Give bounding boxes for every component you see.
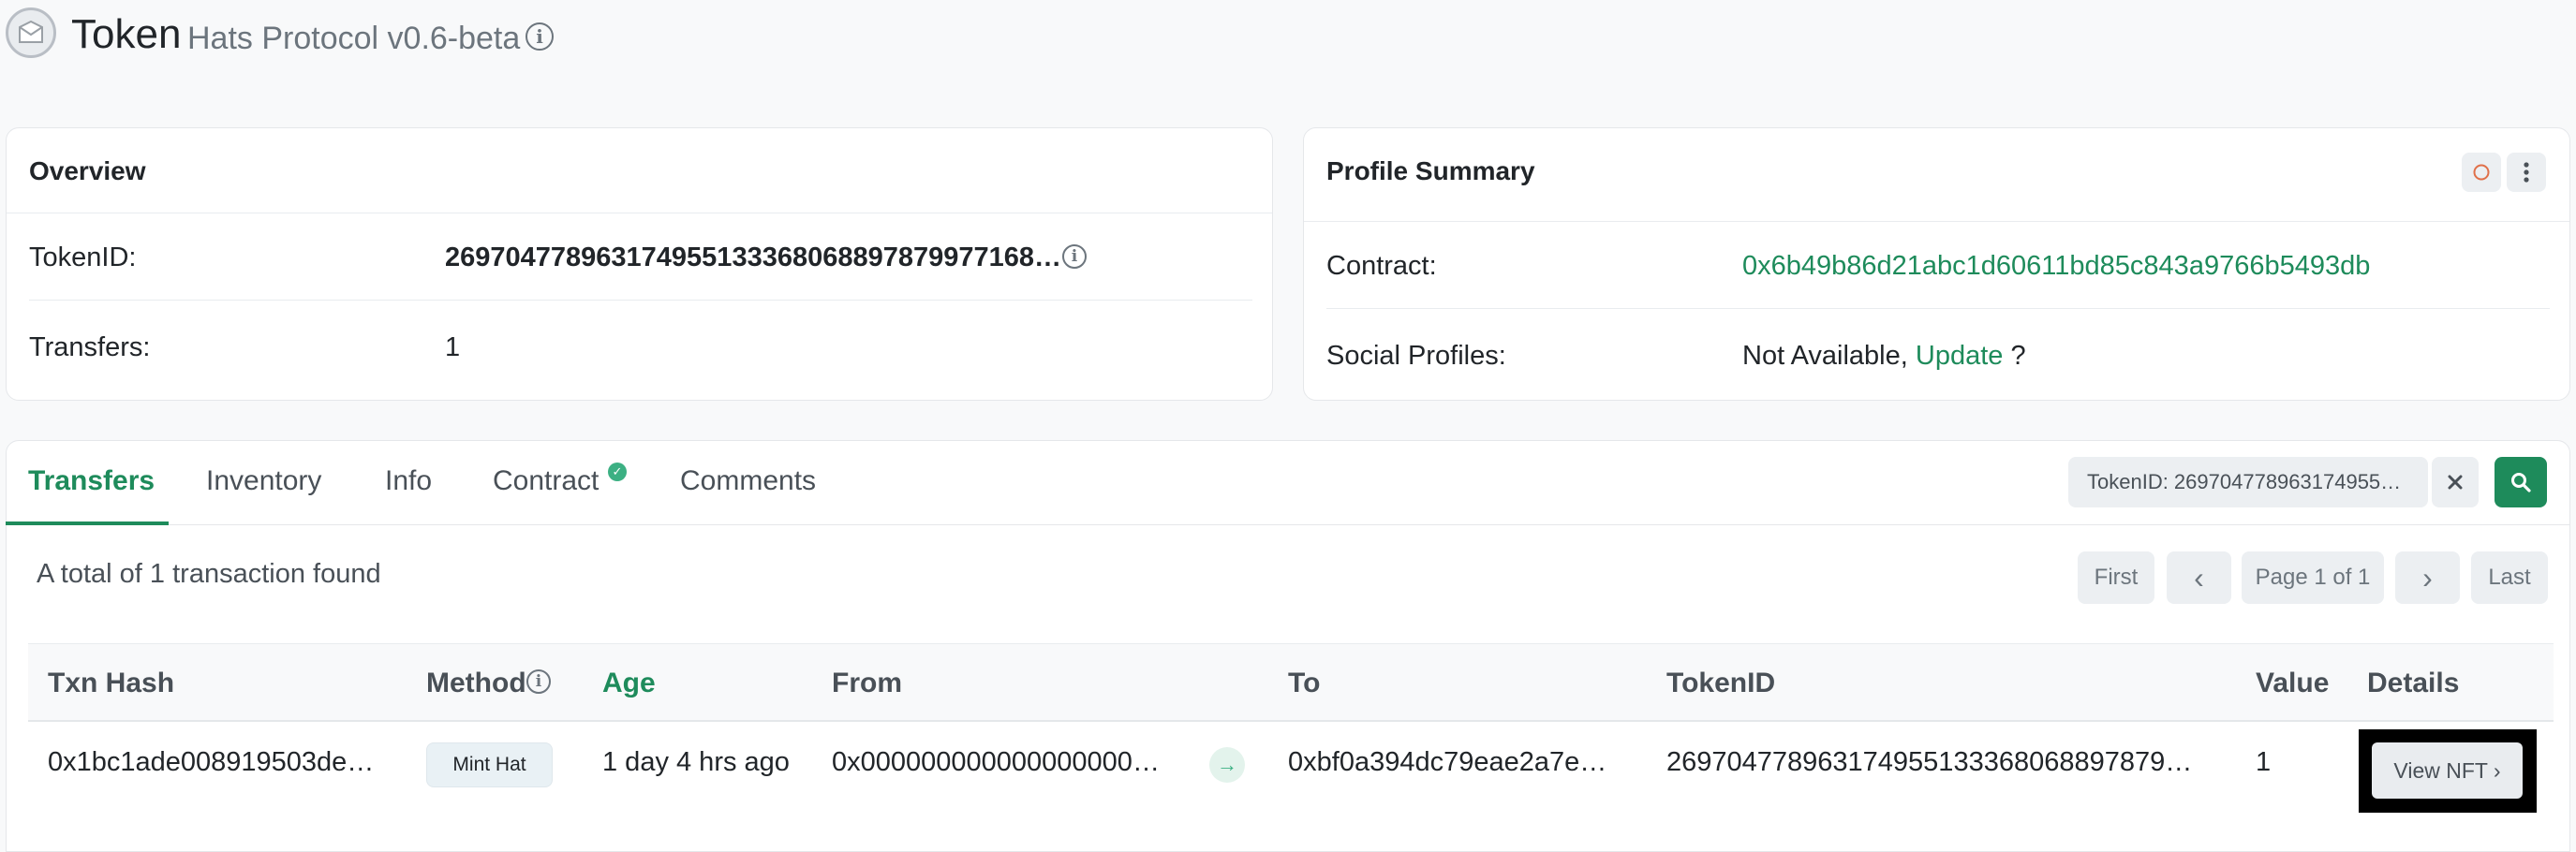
verified-check-icon: ✓ — [608, 463, 627, 481]
tab-comments[interactable]: Comments — [680, 465, 816, 497]
more-vertical-icon — [2524, 162, 2529, 183]
method-badge: Mint Hat — [426, 742, 553, 787]
circle-button[interactable] — [2462, 153, 2501, 192]
pager-last-button[interactable]: Last — [2471, 551, 2548, 604]
view-nft-button[interactable]: View NFT › — [2372, 742, 2523, 799]
col-method: Method — [426, 668, 526, 698]
to-address-link[interactable]: 0xbf0a394dc79eae2a7e… — [1288, 747, 1606, 778]
social-not-available: Not Available, — [1742, 341, 1908, 371]
transfers-value: 1 — [445, 332, 461, 362]
token-id-label: TokenID: — [29, 242, 137, 272]
pager-next-button[interactable]: › — [2395, 551, 2460, 604]
pager-first-button[interactable]: First — [2078, 551, 2154, 604]
overview-row-divider — [29, 300, 1252, 301]
txn-hash-link[interactable]: 0x1bc1ade008919503de… — [48, 747, 374, 778]
profile-summary-card: Profile Summary Contract: 0x6b49b86d21ab… — [1303, 127, 2570, 401]
social-profiles-label: Social Profiles: — [1326, 341, 1506, 371]
profile-row-divider — [1326, 308, 2550, 309]
token-id-info-icon[interactable]: i — [1062, 244, 1087, 269]
active-tab-underline — [6, 521, 169, 525]
tab-transfers[interactable]: Transfers — [28, 465, 155, 497]
col-details: Details — [2367, 668, 2460, 698]
token-id-link[interactable]: 269704778963174955133368068897879… — [1666, 747, 2192, 778]
overview-title: Overview — [29, 156, 146, 185]
profile-summary-title: Profile Summary — [1326, 156, 1535, 185]
transfers-label: Transfers: — [29, 332, 151, 362]
method-info-icon[interactable]: i — [526, 669, 551, 694]
social-update-link[interactable]: Update — [1916, 341, 2004, 371]
age-cell: 1 day 4 hrs ago — [602, 747, 790, 777]
profile-header-divider — [1304, 221, 2569, 222]
token-logo — [6, 7, 56, 58]
pager-prev-button[interactable]: ‹ — [2167, 551, 2231, 604]
col-value: Value — [2256, 668, 2330, 698]
search-button[interactable] — [2495, 457, 2547, 507]
overview-card: Overview TokenID: 2697047789631749551333… — [6, 127, 1273, 401]
more-options-button[interactable] — [2507, 153, 2546, 192]
clear-filter-button[interactable] — [2432, 457, 2479, 507]
search-icon — [2511, 473, 2531, 492]
social-question: ? — [2010, 341, 2026, 371]
info-circle-icon[interactable]: i — [526, 22, 554, 51]
close-icon — [2448, 475, 2463, 490]
col-from: From — [832, 668, 902, 698]
tab-info[interactable]: Info — [385, 465, 432, 497]
page-title: Token — [71, 11, 182, 57]
col-token-id: TokenID — [1666, 668, 1776, 698]
envelope-icon — [19, 20, 43, 43]
transaction-count-summary: A total of 1 transaction found — [37, 559, 381, 589]
token-id-value: 269704778963174955133368068897879977168… — [445, 242, 1062, 272]
col-age[interactable]: Age — [602, 668, 656, 699]
from-address-link[interactable]: 0x000000000000000000… — [832, 747, 1160, 778]
tab-contract[interactable]: Contract — [493, 465, 599, 497]
arrow-right-icon: → — [1209, 747, 1245, 783]
col-to: To — [1288, 668, 1321, 698]
col-txn-hash: Txn Hash — [48, 668, 175, 698]
circle-icon — [2473, 164, 2490, 181]
contract-address-link[interactable]: 0x6b49b86d21abc1d60611bd85c843a9766b5493… — [1742, 251, 2370, 282]
tab-inventory[interactable]: Inventory — [206, 465, 321, 497]
page-subtitle: Hats Protocol v0.6-beta — [187, 21, 521, 56]
token-id-filter-chip: TokenID: 2697047789631749551333680688978… — [2068, 457, 2428, 507]
value-cell: 1 — [2256, 747, 2272, 777]
contract-label: Contract: — [1326, 251, 1437, 281]
tabs-divider — [6, 524, 2570, 525]
pager-page-indicator: Page 1 of 1 — [2242, 551, 2384, 604]
social-profiles-value: Not Available, Update ? — [1742, 341, 2026, 372]
